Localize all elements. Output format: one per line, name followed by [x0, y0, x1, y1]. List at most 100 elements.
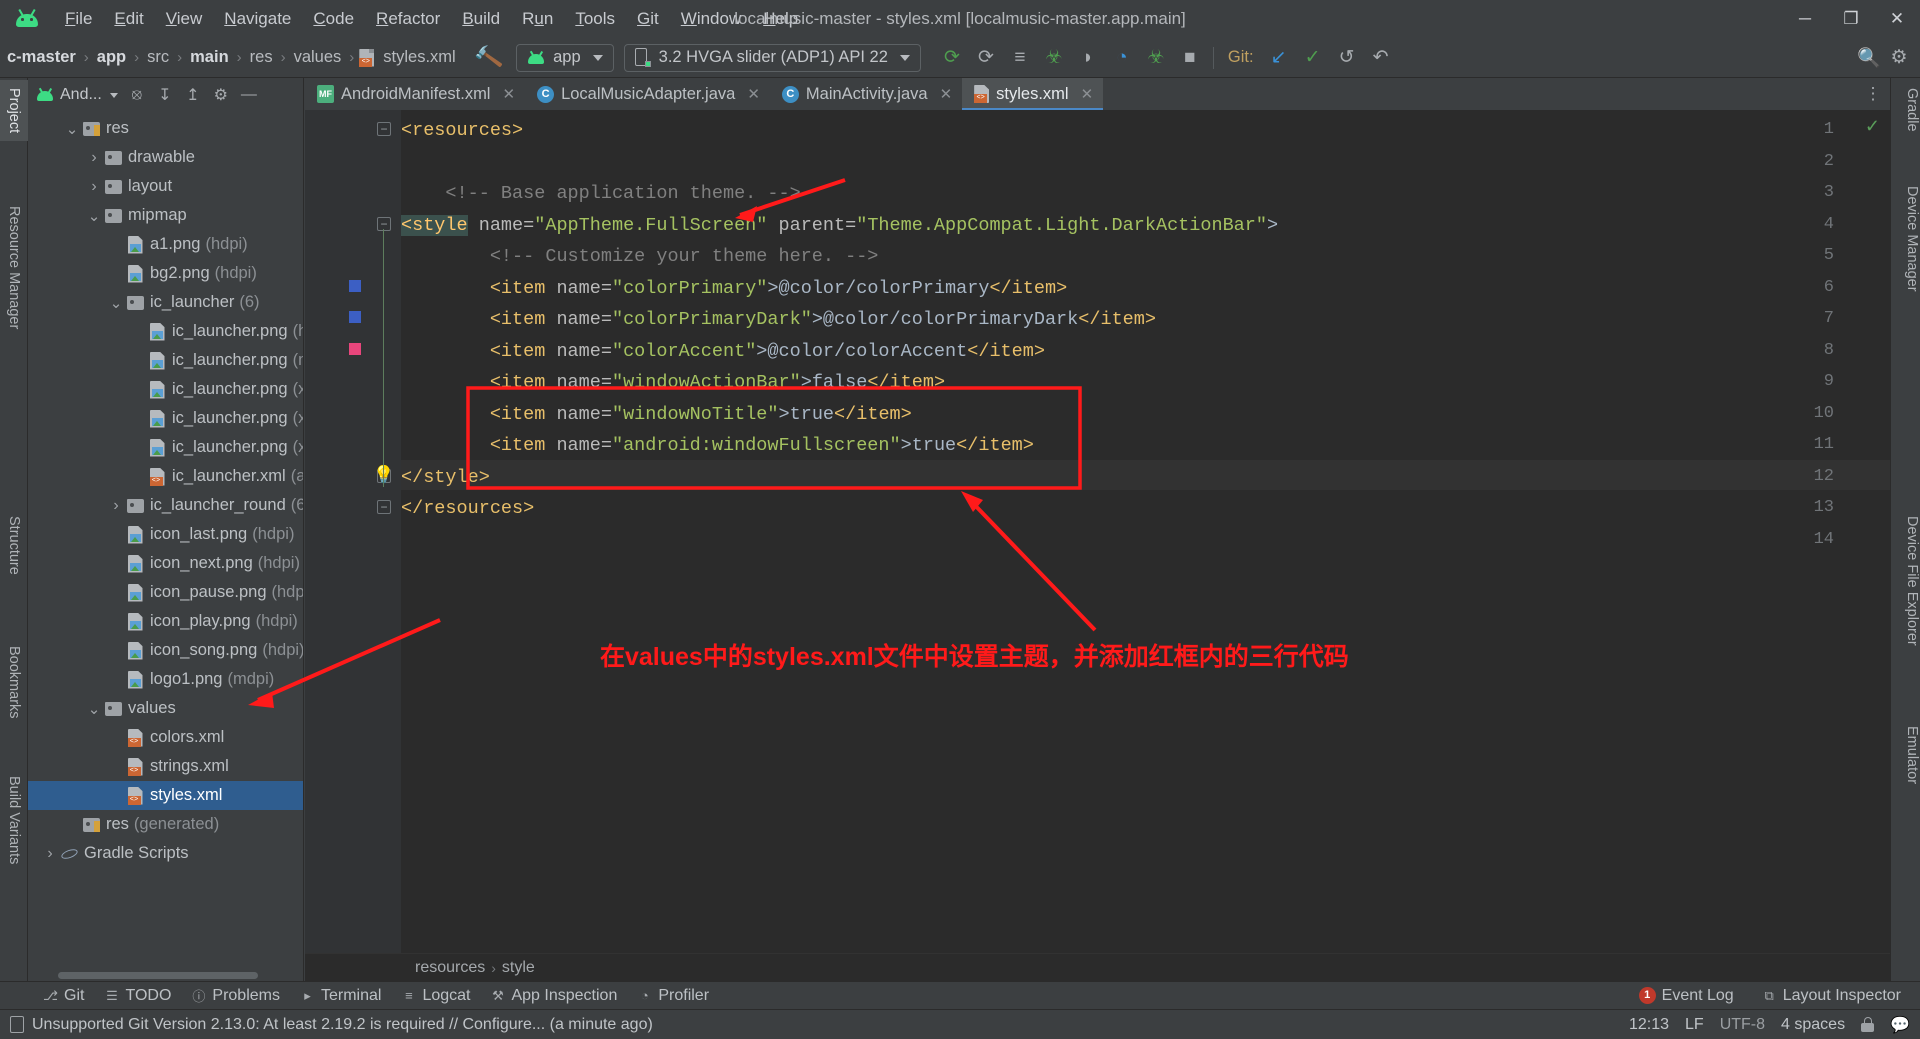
tree-item[interactable]: ⌄ ic_launcher (6)	[28, 288, 303, 317]
chevron-down-icon[interactable]: ⌄	[108, 294, 124, 312]
tree-item[interactable]: › layout	[28, 172, 303, 201]
module-selector-combo[interactable]: app	[516, 43, 614, 72]
chevron-down-icon[interactable]: ⌄	[86, 207, 102, 225]
editor-gutter[interactable]	[305, 110, 401, 953]
tree-item-selected[interactable]: <> styles.xml	[28, 781, 303, 810]
menu-code[interactable]: Code	[302, 5, 365, 33]
chevron-right-icon[interactable]: ›	[86, 178, 102, 196]
tool-window-project[interactable]: Project	[0, 80, 28, 142]
locate-file-icon[interactable]: ⦻	[124, 82, 150, 108]
expand-all-icon[interactable]: ↧	[152, 82, 178, 108]
editor-tab-androidmanifest-xml[interactable]: MF AndroidManifest.xml ✕	[305, 78, 525, 110]
tool-window-event-log[interactable]: 1 Event Log	[1630, 984, 1743, 1008]
tree-item[interactable]: › Gradle Scripts	[28, 839, 303, 868]
menu-run[interactable]: Run	[511, 5, 564, 33]
code-fold-toggle[interactable]: −	[377, 216, 391, 231]
tool-window-profiler[interactable]: ◔ Profiler	[628, 984, 718, 1008]
inspection-status-icon[interactable]: ✓	[1865, 116, 1880, 137]
tree-item[interactable]: ic_launcher.png (xx	[28, 404, 303, 433]
tree-item[interactable]: icon_last.png (hdpi)	[28, 520, 303, 549]
close-icon[interactable]: ✕	[940, 85, 953, 103]
menu-git[interactable]: Git	[626, 5, 670, 33]
project-tree-horizontal-scrollbar[interactable]	[58, 972, 258, 979]
tool-window-layout-inspector[interactable]: ⧉ Layout Inspector	[1753, 984, 1910, 1008]
editor-tab-styles-xml[interactable]: <> styles.xml ✕	[962, 78, 1104, 110]
tree-item[interactable]: icon_play.png (hdpi)	[28, 607, 303, 636]
device-selector-combo[interactable]: 3.2 HVGA slider (ADP1) API 22	[623, 43, 921, 72]
run-icon[interactable]: ⟳	[937, 43, 967, 73]
tree-item[interactable]: › ic_launcher_round (6)	[28, 491, 303, 520]
tree-item[interactable]: a1.png (hdpi)	[28, 230, 303, 259]
editor-tab-localmusicadapter-java[interactable]: C LocalMusicAdapter.java ✕	[525, 78, 770, 110]
search-everywhere-icon[interactable]: 🔍	[1854, 43, 1884, 73]
menu-window[interactable]: Window	[670, 5, 752, 33]
breadcrumb-file[interactable]: <> styles.xml	[359, 46, 458, 69]
menu-tools[interactable]: Tools	[564, 5, 626, 33]
chevron-right-icon[interactable]: ›	[108, 497, 124, 515]
close-button[interactable]: ✕	[1874, 0, 1920, 38]
build-hammer-icon[interactable]: 🔨	[472, 42, 504, 73]
project-view-selector[interactable]: And...	[56, 84, 122, 106]
profiler-icon[interactable]: ◔	[1107, 43, 1137, 73]
editor-tab-mainactivity-java[interactable]: C MainActivity.java ✕	[770, 78, 962, 110]
breadcrumb-item-values[interactable]: values	[291, 46, 345, 69]
tree-item[interactable]: ic_launcher.png (xh	[28, 375, 303, 404]
chevron-down-icon[interactable]: ⌄	[64, 120, 80, 138]
attach-debugger-icon[interactable]: ◗	[1073, 43, 1103, 73]
tree-item[interactable]: logo1.png (mdpi)	[28, 665, 303, 694]
tool-window-terminal[interactable]: ▸ Terminal	[291, 984, 390, 1008]
minimize-button[interactable]: ─	[1782, 0, 1828, 38]
git-rollback-icon[interactable]: ↶	[1366, 43, 1396, 73]
tool-window-device-manager[interactable]: Device Manager	[1890, 178, 1920, 300]
code-editor[interactable]: 1− <resources> 2 3 <!-- Base application th…	[305, 110, 1890, 953]
tool-window-problems[interactable]: ⓘ Problems	[182, 984, 289, 1008]
apply-changes-icon[interactable]: ≡	[1005, 43, 1035, 73]
collapse-all-icon[interactable]: ↥	[180, 82, 206, 108]
menu-refactor[interactable]: Refactor	[365, 5, 451, 33]
tree-item[interactable]: ic_launcher.png (xx	[28, 433, 303, 462]
event-log-icon[interactable]: 💬	[1890, 1015, 1910, 1035]
tool-window-logcat[interactable]: ≡ Logcat	[392, 984, 479, 1008]
tree-item[interactable]: icon_song.png (hdpi)	[28, 636, 303, 665]
code-fold-toggle[interactable]: −	[377, 500, 391, 514]
maximize-button[interactable]: ❐	[1828, 0, 1874, 38]
git-history-icon[interactable]: ↺	[1332, 43, 1362, 73]
tool-window-git[interactable]: ⎇ Git	[34, 984, 93, 1008]
breadcrumb-item-res[interactable]: res	[247, 46, 276, 69]
hide-panel-icon[interactable]: —	[236, 82, 262, 108]
tree-item[interactable]: ic_launcher.png(m	[28, 346, 303, 375]
rerun-icon[interactable]: ⟳	[971, 43, 1001, 73]
tree-item[interactable]: <> strings.xml	[28, 752, 303, 781]
tree-item[interactable]: res (generated)	[28, 810, 303, 839]
git-commit-icon[interactable]: ✓	[1298, 43, 1328, 73]
tree-item[interactable]: bg2.png (hdpi)	[28, 259, 303, 288]
tool-window-gradle[interactable]: Gradle	[1890, 80, 1920, 140]
close-icon[interactable]: ✕	[502, 85, 515, 103]
menu-help[interactable]: Help	[752, 5, 809, 33]
settings-gear-icon[interactable]: ⚙	[1884, 43, 1914, 73]
tool-window-structure[interactable]: Structure	[0, 508, 28, 583]
tree-item[interactable]: ⌄ res	[28, 114, 303, 143]
tree-item[interactable]: ⌄ values	[28, 694, 303, 723]
tree-item[interactable]: <> colors.xml	[28, 723, 303, 752]
close-icon[interactable]: ✕	[747, 85, 760, 103]
stop-icon[interactable]: ■	[1175, 43, 1205, 73]
line-separator[interactable]: LF	[1685, 1016, 1704, 1034]
close-icon[interactable]: ✕	[1081, 85, 1094, 103]
editor-options-icon[interactable]: ⋮	[1856, 78, 1890, 110]
tree-item[interactable]: <>ic_launcher.xml (an	[28, 462, 303, 491]
project-tree[interactable]: ⌄ res › drawable › layout ⌄ mipmap a1.png (hdpi) b…	[28, 112, 303, 981]
tree-item[interactable]: icon_pause.png(hdpi)	[28, 578, 303, 607]
breadcrumb-item-main[interactable]: main	[187, 46, 232, 69]
editor-breadcrumb-item-style[interactable]: style	[502, 959, 535, 977]
breadcrumb-item-c-master[interactable]: c-master	[4, 46, 79, 69]
indent-setting[interactable]: 4 spaces	[1781, 1016, 1845, 1034]
tool-window-device-file-explorer[interactable]: Device File Explorer	[1890, 508, 1920, 654]
file-encoding[interactable]: UTF-8	[1720, 1016, 1765, 1034]
tree-item[interactable]: icon_next.png (hdpi)	[28, 549, 303, 578]
tree-item[interactable]: ic_launcher.png (hd	[28, 317, 303, 346]
debug-icon[interactable]: ☣	[1039, 43, 1069, 73]
menu-navigate[interactable]: Navigate	[213, 5, 302, 33]
run-with-coverage-icon[interactable]: ☣	[1141, 43, 1171, 73]
code-fold-toggle[interactable]: −	[377, 122, 391, 136]
